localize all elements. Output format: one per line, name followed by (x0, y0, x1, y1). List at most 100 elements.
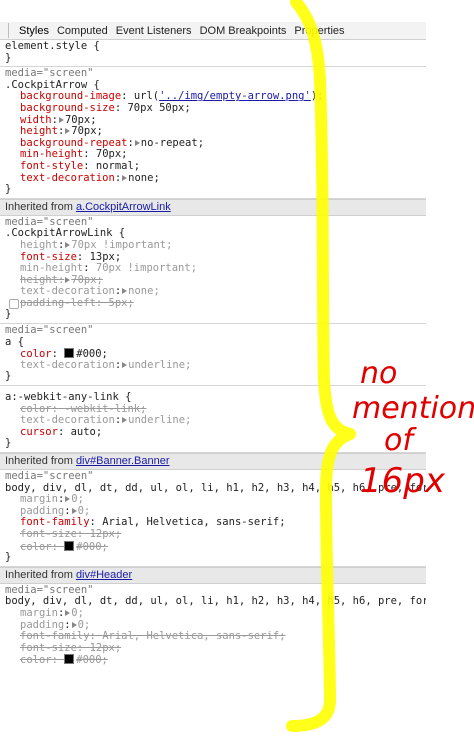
rule-close: } (5, 184, 12, 196)
property-name: font-family (20, 631, 90, 643)
rule-selector[interactable]: element.style { (5, 41, 426, 53)
property-name: min-height (20, 149, 84, 161)
css-property[interactable]: background-repeat: no-repeat; (5, 138, 426, 150)
property-name: padding (20, 619, 65, 631)
css-property[interactable]: height: 70px !important; (5, 240, 426, 252)
inherited-label: Inherited from (5, 455, 73, 467)
tab-properties[interactable]: Properties (290, 25, 348, 37)
rule-selector[interactable]: a:-webkit-any-link { (5, 392, 426, 404)
property-value: none; (128, 172, 160, 184)
color-swatch[interactable] (64, 540, 75, 551)
property-name: padding-left (20, 297, 96, 309)
css-property[interactable]: cursor: auto; (5, 427, 426, 439)
rule-selector[interactable]: body, div, dl, dt, dd, ul, ol, li, h1, h… (5, 596, 426, 608)
property-name: height (20, 274, 58, 286)
expand-arrow-icon[interactable] (65, 609, 71, 616)
property-value: 70px !important; (95, 263, 198, 275)
inherited-source-link[interactable]: div#Banner.Banner (76, 455, 170, 467)
rule-selector[interactable]: .CockpitArrowLink { (5, 228, 426, 240)
property-value: 0; (71, 607, 84, 619)
property-value: #000; (76, 540, 108, 553)
expand-arrow-icon[interactable] (122, 361, 128, 368)
rule-cockpit-arrow: media="screen" .CockpitArrow { backgroun… (0, 67, 426, 199)
expand-arrow-icon[interactable] (71, 621, 77, 628)
css-property[interactable]: color: #000; (5, 540, 426, 553)
tab-dom-breakpoints[interactable]: DOM Breakpoints (196, 25, 291, 37)
rule-element-style: element.style { } (0, 40, 426, 68)
css-property[interactable]: font-size: 13px; (5, 252, 426, 264)
css-property[interactable]: background-image: url('../img/empty-arro… (5, 91, 426, 103)
expand-arrow-icon[interactable] (122, 417, 128, 424)
rule-selector[interactable]: .CockpitArrow { (5, 80, 426, 92)
rule-selector[interactable]: body, div, dl, dt, dd, ul, ol, li, h1, h… (5, 483, 426, 495)
css-property[interactable]: margin: 0; (5, 494, 426, 506)
expand-arrow-icon[interactable] (58, 116, 64, 123)
rule-selector[interactable]: a { (5, 337, 426, 349)
expand-arrow-icon[interactable] (122, 288, 128, 295)
tab-event-listeners[interactable]: Event Listeners (112, 25, 196, 37)
property-value: underline; (128, 359, 192, 371)
property-name: padding (20, 505, 65, 517)
property-name: font-size (20, 528, 77, 540)
rule-close: } (5, 438, 12, 450)
css-property[interactable]: font-style: normal; (5, 161, 426, 173)
inherited-label: Inherited from (5, 568, 73, 581)
property-name: text-decoration (20, 172, 115, 184)
rule-close: } (5, 52, 12, 64)
css-property[interactable]: text-decoration: none; (5, 173, 426, 185)
css-property[interactable]: margin: 0; (5, 608, 426, 620)
inherited-source-link[interactable]: a.CockpitArrowLink (76, 201, 171, 213)
property-value: 5px; (108, 297, 134, 309)
color-swatch[interactable] (64, 654, 75, 665)
rule-webkit-any-link: a:-webkit-any-link { color: -webkit-link… (0, 386, 426, 453)
expand-arrow-icon[interactable] (122, 174, 128, 181)
expand-arrow-icon[interactable] (65, 241, 71, 248)
property-value: -webkit-link; (64, 403, 147, 415)
css-property[interactable]: min-height: 70px; (5, 149, 426, 161)
property-value-tail: ); (310, 91, 324, 103)
property-name: cursor (20, 426, 58, 438)
css-property[interactable]: padding: 0; (5, 620, 426, 632)
css-property[interactable]: font-family: Arial, Helvetica, sans-seri… (5, 517, 426, 529)
css-property[interactable]: color: #000; (5, 348, 426, 360)
css-property[interactable]: font-size: 12px; (5, 529, 426, 541)
property-value: 70px; (64, 114, 97, 126)
css-property[interactable]: padding-left: 5px; (5, 298, 426, 310)
css-property[interactable]: font-family: Arial, Helvetica, sans-seri… (5, 631, 426, 643)
rule-media: media="screen" (5, 68, 94, 80)
css-property[interactable]: font-size: 12px; (5, 643, 426, 655)
css-property[interactable]: padding: 0; (5, 506, 426, 518)
property-value: 70px; (71, 274, 103, 286)
expand-arrow-icon[interactable] (65, 128, 71, 135)
property-name: color (20, 403, 52, 415)
property-name: color (20, 348, 52, 360)
css-property[interactable]: height: 70px; (5, 126, 426, 138)
css-property[interactable]: min-height: 70px !important; (5, 263, 426, 275)
css-property[interactable]: text-decoration: none; (5, 286, 426, 298)
expand-arrow-icon[interactable] (134, 139, 140, 146)
color-swatch[interactable] (64, 348, 75, 359)
tab-computed[interactable]: Computed (53, 25, 112, 37)
expand-arrow-icon[interactable] (65, 276, 71, 283)
expand-arrow-icon[interactable] (71, 507, 77, 514)
rule-a: media="screen" a { color: #000; text-dec… (0, 324, 426, 387)
resource-link[interactable]: '../img/empty-arrow.png' (159, 91, 311, 102)
property-name: min-height (20, 263, 84, 275)
css-property[interactable]: color: -webkit-link; (5, 404, 426, 416)
css-property[interactable]: text-decoration: underline; (5, 360, 426, 372)
property-name: margin (20, 494, 58, 506)
css-property[interactable]: text-decoration: underline; (5, 415, 426, 427)
rule-banner-reset: media="screen" body, div, dl, dt, dd, ul… (0, 470, 426, 567)
inherited-header: Inherited from div#Header (0, 566, 426, 584)
property-toggle-checkbox[interactable] (9, 298, 19, 309)
tab-styles[interactable]: Styles (15, 25, 53, 37)
expand-arrow-icon[interactable] (65, 496, 71, 503)
css-property[interactable]: background-size: 70px 50px; (5, 103, 426, 115)
css-property[interactable]: width: 70px; (5, 115, 426, 127)
css-property[interactable]: color: #000; (5, 654, 426, 666)
inherited-source-link[interactable]: div#Header (76, 569, 132, 581)
property-name: font-style (20, 160, 84, 172)
property-value: 70px; (95, 149, 128, 161)
property-name: height (20, 239, 58, 251)
css-property[interactable]: height: 70px; (5, 275, 426, 287)
